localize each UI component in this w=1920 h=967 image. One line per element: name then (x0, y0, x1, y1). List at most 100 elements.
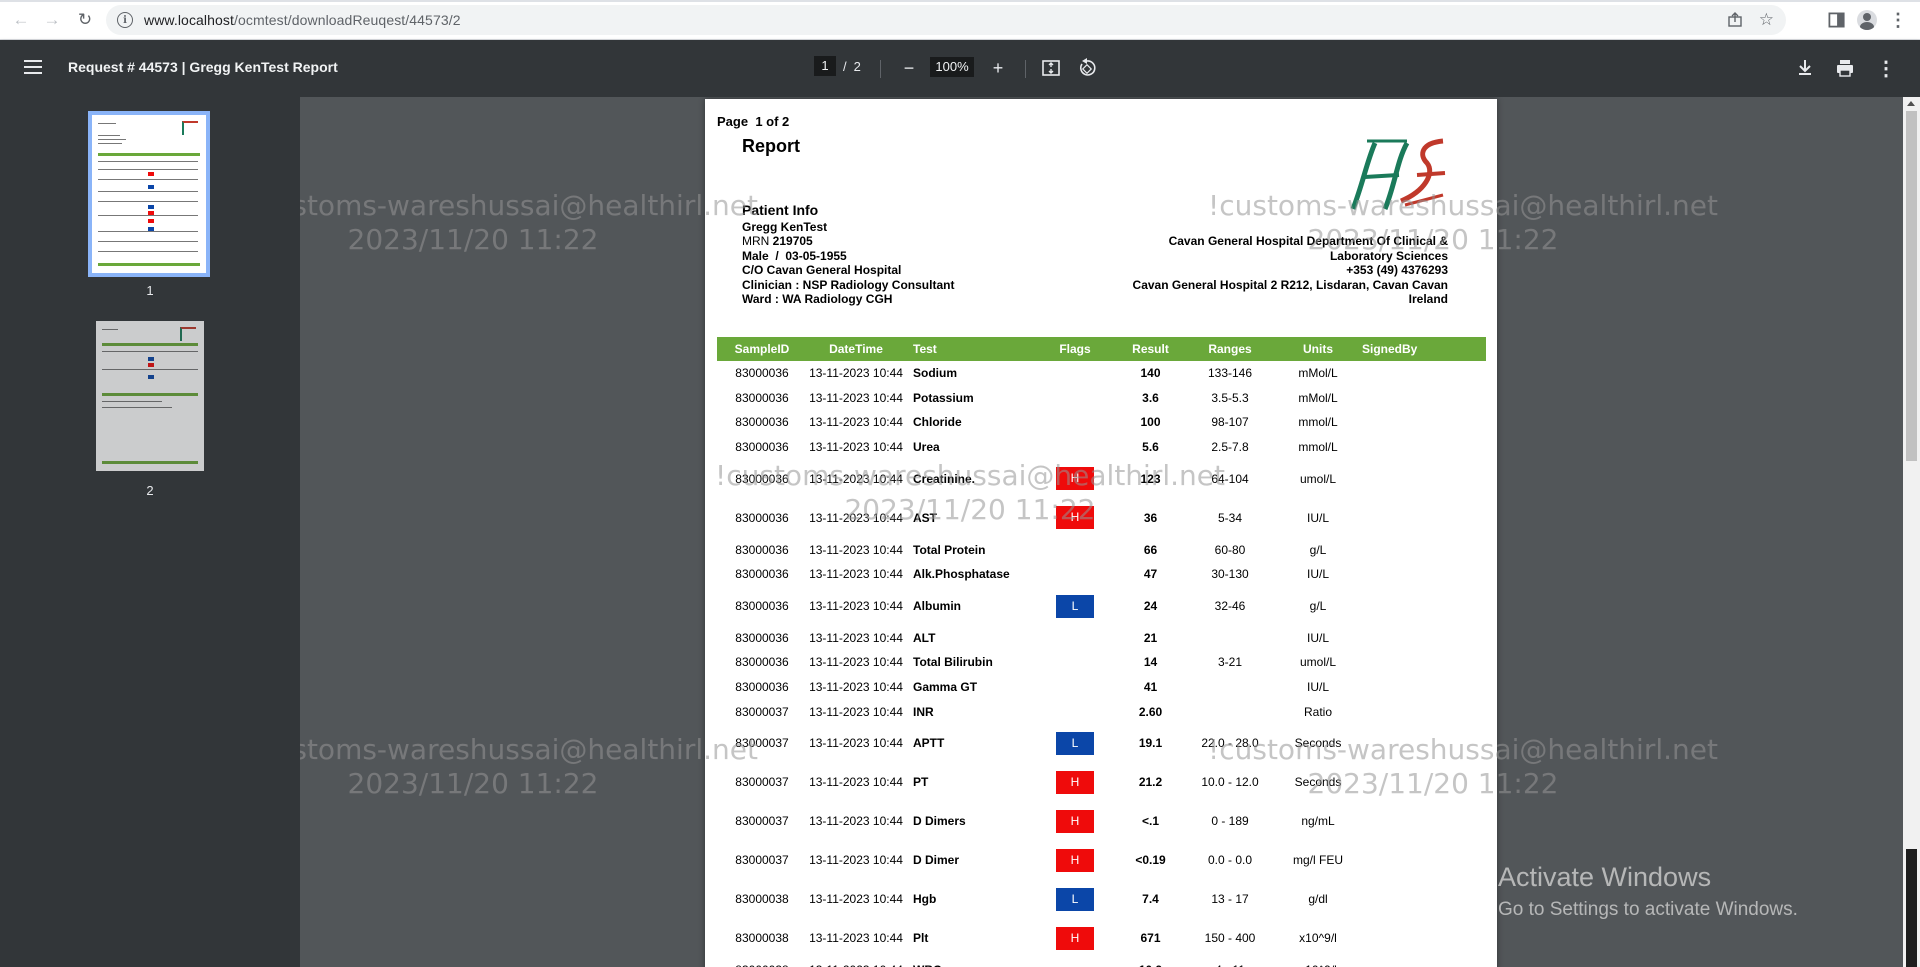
site-info-icon[interactable]: i (117, 12, 133, 28)
cell-flag: H (1035, 459, 1115, 498)
cell-result: 21.2 (1138, 775, 1163, 790)
col-header-flags: Flags (1035, 337, 1115, 361)
flag-high-badge: H (1056, 467, 1094, 491)
vertical-scrollbar[interactable] (1903, 97, 1920, 967)
cell-range (1186, 675, 1274, 700)
thumbnail-flag (148, 185, 154, 189)
cell-result: 123 (1140, 471, 1161, 486)
table-row: 83000036 13-11-2023 10:44 ALT 21 IU/L (717, 626, 1486, 651)
bookmark-star-icon[interactable]: ☆ (1759, 10, 1774, 30)
print-icon[interactable] (1832, 55, 1858, 81)
cell-test: Urea (913, 440, 940, 455)
cell-units: mMol/L (1298, 390, 1338, 405)
cell-units: Seconds (1294, 736, 1342, 751)
cell-units: IU/L (1306, 630, 1329, 645)
cell-units: g/L (1309, 542, 1327, 557)
share-icon[interactable] (1727, 12, 1743, 28)
side-panel-icon[interactable] (1824, 9, 1848, 31)
cell-units: ng/mL (1301, 814, 1335, 829)
watermark-email: !customs-wareshussai@healthirl.net (300, 189, 758, 222)
thumbnail-text-line (98, 123, 116, 124)
profile-avatar-icon[interactable] (1855, 9, 1879, 31)
thumbnail-flag (148, 205, 154, 209)
omnibox[interactable]: i www.localhost/ocmtest/downloadReuqest/… (106, 5, 1786, 35)
table-row: 83000036 13-11-2023 10:44 Urea 5.6 2.5-7.8 mm… (717, 435, 1486, 460)
hospital-name-line1: Cavan General Hospital Department Of Cli… (1168, 234, 1448, 248)
forward-arrow-icon[interactable]: → (41, 9, 63, 31)
page-number-input[interactable]: 1 (814, 56, 836, 76)
cell-datetime: 13-11-2023 10:44 (809, 567, 903, 582)
cell-datetime: 13-11-2023 10:44 (809, 680, 903, 695)
table-row: 83000036 13-11-2023 10:44 Albumin L 24 32-46 g… (717, 587, 1486, 626)
thumbnail-label-2: 2 (146, 483, 154, 498)
zoom-input[interactable]: 100% (930, 57, 974, 77)
page-thumbnail-2[interactable] (96, 321, 204, 471)
activate-windows-title: Activate Windows (1498, 862, 1712, 892)
hse-logo (1350, 138, 1446, 210)
table-row: 83000036 13-11-2023 10:44 Total Bilirubin 1… (717, 650, 1486, 675)
cell-signedby (1362, 562, 1486, 587)
cell-sampleid: 83000036 (735, 567, 789, 582)
cell-test: APTT (913, 736, 945, 751)
flag-high-badge: H (1056, 770, 1094, 794)
cell-test: Potassium (913, 390, 974, 405)
flag-high-badge: H (1056, 848, 1094, 872)
cell-datetime: 13-11-2023 10:44 (809, 853, 903, 868)
cell-flag: L (1035, 587, 1115, 626)
thumbnail-flag (148, 357, 154, 361)
cell-flag (1035, 562, 1115, 587)
more-actions-icon[interactable]: ⋮ (1873, 55, 1899, 81)
col-header-result: Result (1115, 337, 1186, 361)
thumbnail-flag (148, 172, 154, 176)
col-header-test: Test (905, 337, 1035, 361)
table-row: 83000036 13-11-2023 10:44 Sodium 140 133-146… (717, 361, 1486, 386)
cell-units: g/dl (1308, 892, 1328, 907)
cell-flag (1035, 386, 1115, 411)
mrn-value: 219705 (772, 234, 813, 248)
cell-result: 14 (1143, 655, 1158, 670)
cell-datetime: 13-11-2023 10:44 (809, 630, 903, 645)
cell-units: g/L (1309, 599, 1327, 614)
cell-test: D Dimers (913, 814, 966, 829)
sidebar-menu-icon[interactable] (24, 60, 42, 74)
patient-name: Gregg KenTest (742, 220, 828, 234)
watermark-email: !customs-wareshussai@healthirl.net (300, 733, 758, 766)
watermark: !customs-wareshussai@healthirl.net 2023/… (300, 189, 758, 257)
url-text[interactable]: www.localhost/ocmtest/downloadReuqest/44… (144, 12, 461, 28)
page-thumbnail-1[interactable] (88, 111, 210, 277)
patient-sex-dob: Male / 03-05-1955 (742, 249, 847, 263)
cell-datetime: 13-11-2023 10:44 (807, 958, 905, 967)
cell-range: 3-21 (1217, 655, 1243, 670)
watermark-timestamp: 2023/11/20 11:22 (347, 767, 599, 800)
pdf-page-1: Page 1 of 2 Report Patient Info Gregg Ke… (705, 99, 1497, 967)
patient-info-heading: Patient Info (742, 202, 819, 218)
cell-datetime: 13-11-2023 10:44 (809, 892, 903, 907)
zoom-out-icon[interactable]: − (896, 55, 922, 81)
scroll-up-arrow-icon[interactable] (1907, 101, 1915, 106)
cell-datetime: 13-11-2023 10:44 (809, 599, 903, 614)
zoom-in-icon[interactable]: + (985, 55, 1011, 81)
cell-units: x10^9/l (1299, 931, 1337, 946)
thumbnail-text-line (98, 135, 120, 136)
cell-sampleid: 83000037 (735, 775, 789, 790)
download-icon[interactable] (1792, 55, 1818, 81)
table-row: 83000036 13-11-2023 10:44 Gamma GT 41 IU/L (717, 675, 1486, 700)
chrome-menu-icon[interactable]: ⋮ (1886, 9, 1910, 31)
cell-signedby (1362, 386, 1486, 411)
cell-range: 3.5-5.3 (1211, 390, 1249, 405)
rotate-icon[interactable] (1074, 55, 1100, 81)
table-row: 83000036 13-11-2023 10:44 Total Protein 66 6… (717, 537, 1486, 562)
fit-to-page-icon[interactable] (1038, 55, 1064, 81)
cell-signedby (1362, 537, 1486, 562)
reload-icon[interactable]: ↻ (74, 9, 96, 31)
thumbnail-text-line (102, 369, 198, 370)
thumbnail-text-line (102, 351, 198, 352)
scrollbar-thumb[interactable] (1906, 111, 1917, 461)
thumbnail-section-bar (102, 393, 198, 396)
cell-result: 19.1 (1138, 736, 1163, 751)
back-arrow-icon[interactable]: ← (10, 9, 32, 31)
page-indicator: Page 1 of 2 (717, 114, 789, 129)
cell-units: Seconds (1294, 775, 1342, 790)
pdf-viewer-area[interactable]: Page 1 of 2 Report Patient Info Gregg Ke… (300, 97, 1903, 967)
table-row: 8300003813-11-2023 10:44WBC 10.94 - 11x10… (717, 958, 1486, 967)
